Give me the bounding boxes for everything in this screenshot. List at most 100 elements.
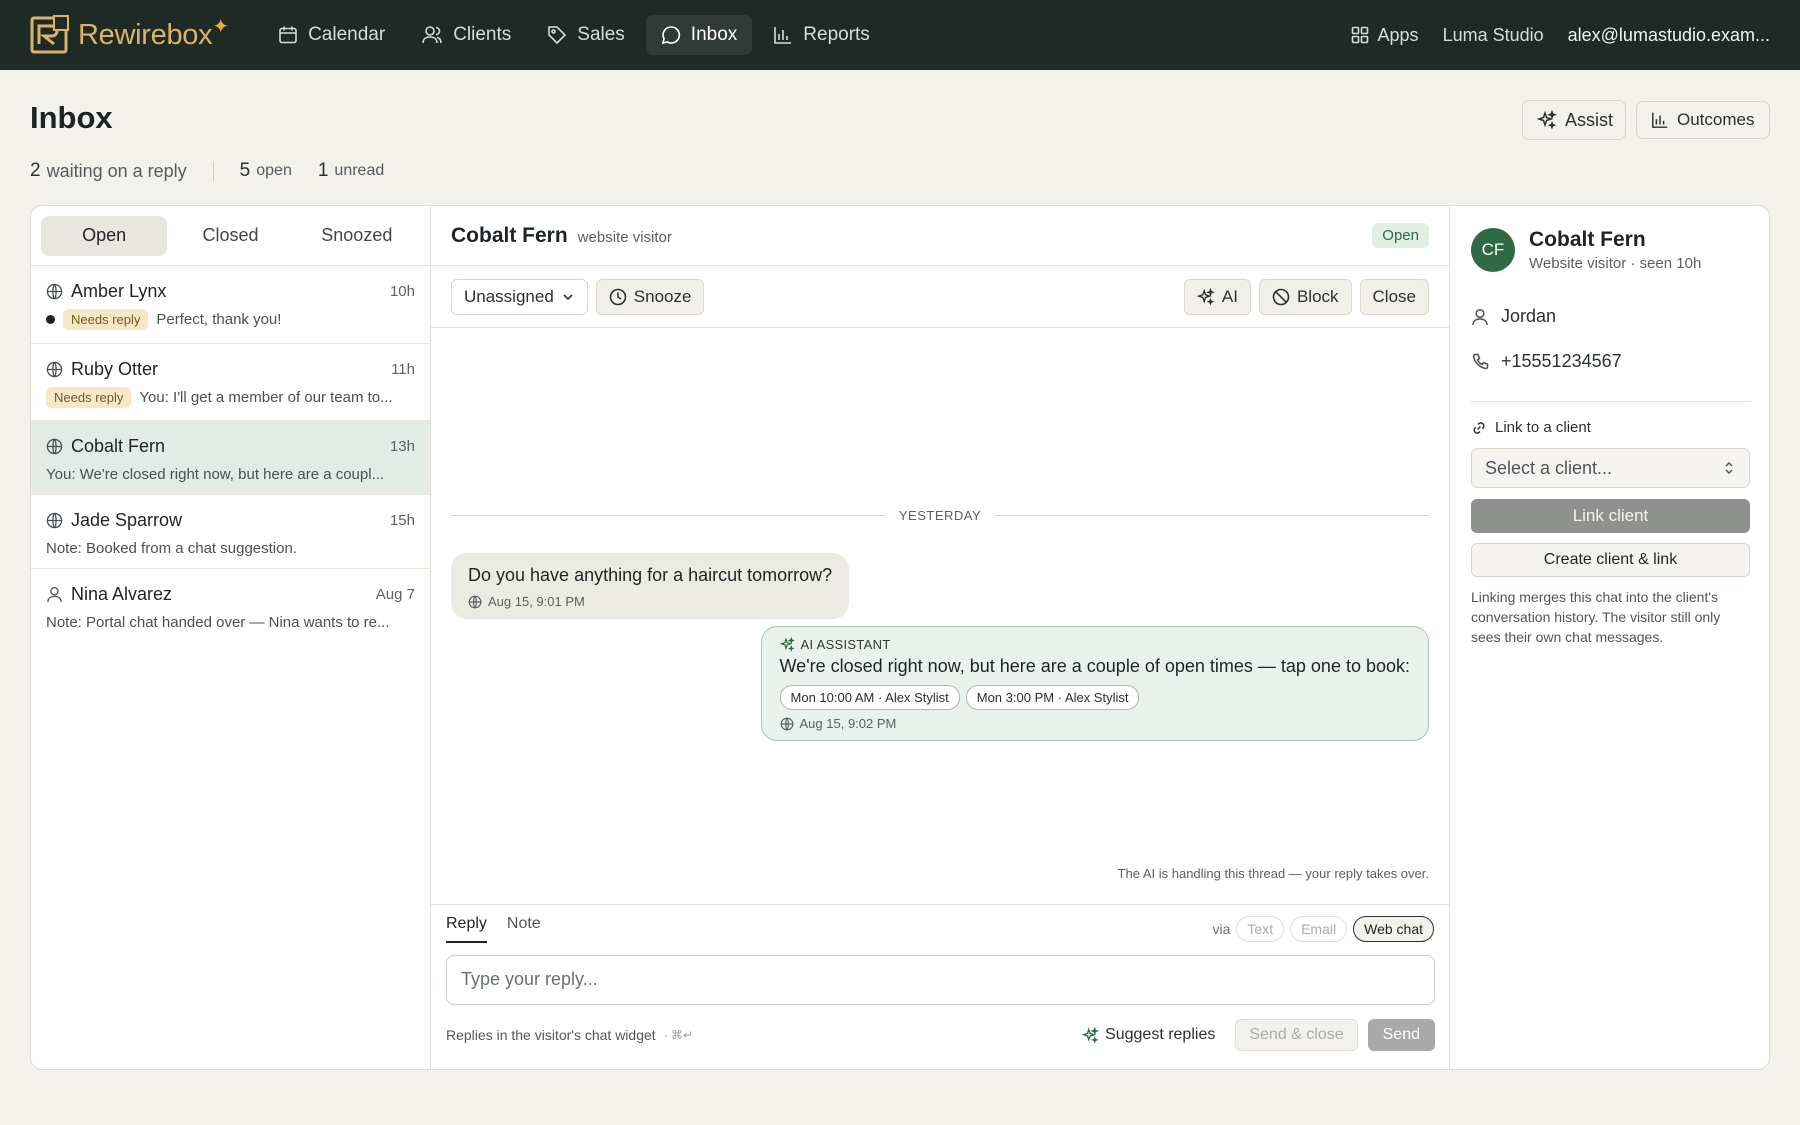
conversation-time: 10h bbox=[389, 282, 415, 300]
conversation-preview: Note: Portal chat handed over — Nina wan… bbox=[46, 613, 390, 631]
create-client-button[interactable]: Create client & link bbox=[1471, 543, 1750, 577]
contact-card: CF Cobalt Fern Website visitor · seen 10… bbox=[1471, 228, 1701, 272]
link-icon bbox=[1471, 420, 1487, 436]
sparkle-icon: ✦ bbox=[212, 15, 230, 38]
close-conversation-button[interactable]: Close bbox=[1359, 278, 1429, 315]
logo-icon bbox=[30, 14, 70, 56]
nav-inbox[interactable]: Inbox bbox=[645, 15, 753, 55]
conversation-item[interactable]: Jade Sparrow 15h Note: Booked from a cha… bbox=[31, 495, 430, 569]
users-icon bbox=[421, 25, 443, 45]
message-time: Aug 15, 9:01 PM bbox=[488, 594, 585, 609]
ai-button[interactable]: AI bbox=[1183, 278, 1251, 315]
conversation-item[interactable]: Nina Alvarez Aug 7 Note: Portal chat han… bbox=[31, 569, 430, 643]
conversation-name: Ruby Otter bbox=[71, 358, 159, 379]
unread-label: unread bbox=[334, 162, 385, 179]
conversation-preview: You: We're closed right now, but here ar… bbox=[46, 465, 385, 483]
conversation-name: Cobalt Fern bbox=[71, 435, 166, 456]
send-button[interactable]: Send bbox=[1367, 1019, 1435, 1051]
client-select[interactable]: Select a client... bbox=[1471, 448, 1750, 488]
conversation-item[interactable]: Amber Lynx 10h Needs reply Perfect, than… bbox=[31, 266, 430, 344]
globe-icon bbox=[780, 717, 794, 731]
top-nav: Rewirebox ✦ Calendar Clients Sales Inbox… bbox=[0, 0, 1800, 70]
chevron-down-icon bbox=[561, 290, 575, 304]
sparkle-icon bbox=[1082, 1026, 1100, 1044]
block-icon bbox=[1272, 288, 1290, 306]
conversation-time: 15h bbox=[389, 511, 415, 529]
link-client-button[interactable]: Link client bbox=[1471, 499, 1750, 533]
chevron-up-down-icon bbox=[1722, 460, 1736, 476]
tab-reply[interactable]: Reply bbox=[446, 915, 487, 943]
channel-email[interactable]: Email bbox=[1290, 916, 1348, 942]
message-time: Aug 15, 9:02 PM bbox=[799, 716, 897, 731]
ai-message: AI ASSISTANT We're closed right now, but… bbox=[760, 626, 1429, 741]
suggest-replies-button[interactable]: Suggest replies bbox=[1082, 1026, 1215, 1044]
divider bbox=[212, 161, 214, 181]
sparkle-icon bbox=[1537, 110, 1557, 130]
page-title: Inbox bbox=[30, 100, 113, 135]
time-slot-chip[interactable]: Mon 10:00 AM · Alex Stylist bbox=[779, 685, 960, 710]
nav-right: Apps Luma Studio alex@lumastudio.exam... bbox=[1351, 25, 1770, 46]
shortcut-hint: · ⌘↵ bbox=[663, 1028, 694, 1042]
conversation-toolbar: Unassigned Snooze AI Block Close bbox=[431, 266, 1449, 328]
channel-text[interactable]: Text bbox=[1236, 916, 1285, 942]
assignee-dropdown[interactable]: Unassigned bbox=[451, 278, 588, 315]
conversation-item-selected[interactable]: Cobalt Fern 13h You: We're closed right … bbox=[31, 421, 430, 495]
conversation-time: 13h bbox=[389, 437, 415, 455]
assignee-value: Unassigned bbox=[464, 286, 554, 306]
contact-person-name: Jordan bbox=[1501, 306, 1557, 326]
contact-phone[interactable]: +15551234567 bbox=[1501, 351, 1622, 372]
nav-reports[interactable]: Reports bbox=[758, 15, 885, 55]
message-text: Do you have anything for a haircut tomor… bbox=[468, 565, 833, 585]
contact-person-row: Jordan bbox=[1471, 306, 1556, 327]
avatar: CF bbox=[1471, 228, 1515, 272]
status-badge: Open bbox=[1372, 223, 1429, 248]
tab-note[interactable]: Note bbox=[507, 915, 541, 943]
message-thread: YESTERDAY Do you have anything for a hai… bbox=[431, 328, 1449, 908]
ai-label: AI bbox=[1221, 286, 1238, 306]
inbox-panel: Open Closed Snoozed Amber Lynx 10h Needs… bbox=[30, 205, 1770, 1070]
outcomes-button[interactable]: Outcomes bbox=[1636, 101, 1770, 139]
conversation-preview: Note: Booked from a chat suggestion. bbox=[46, 539, 297, 557]
nav-clients[interactable]: Clients bbox=[406, 15, 526, 55]
tab-closed[interactable]: Closed bbox=[167, 216, 293, 256]
sender-label: AI ASSISTANT bbox=[800, 637, 891, 652]
client-select-value: Select a client... bbox=[1485, 457, 1613, 478]
composer-footer-note: Replies in the visitor's chat widget bbox=[446, 1027, 656, 1043]
snooze-button[interactable]: Snooze bbox=[595, 278, 705, 315]
nav-calendar[interactable]: Calendar bbox=[263, 15, 400, 55]
nav-sales[interactable]: Sales bbox=[532, 15, 640, 55]
apps-label: Apps bbox=[1377, 24, 1419, 45]
link-client-label: Link to a client bbox=[1495, 419, 1591, 436]
person-icon bbox=[46, 586, 63, 603]
tab-open[interactable]: Open bbox=[41, 215, 168, 256]
workspace-switcher[interactable]: Luma Studio bbox=[1443, 25, 1544, 46]
assist-label: Assist bbox=[1565, 109, 1614, 130]
nav-label: Calendar bbox=[308, 24, 386, 45]
reply-input[interactable] bbox=[446, 955, 1435, 1005]
ai-handling-note: The AI is handling this thread — your re… bbox=[1117, 866, 1429, 881]
brand[interactable]: Rewirebox ✦ bbox=[30, 14, 229, 56]
time-slot-chip[interactable]: Mon 3:00 PM · Alex Stylist bbox=[965, 685, 1140, 710]
chat-icon bbox=[661, 25, 681, 45]
apps-button[interactable]: Apps bbox=[1351, 25, 1419, 46]
tab-snoozed[interactable]: Snoozed bbox=[294, 216, 420, 256]
send-and-close-button[interactable]: Send & close bbox=[1235, 1019, 1358, 1051]
block-label: Block bbox=[1296, 286, 1339, 306]
conversation-item[interactable]: Ruby Otter 11h Needs reply You: I'll get… bbox=[31, 344, 430, 421]
inbox-stats: 2 waiting on a reply 5 open 1 unread bbox=[30, 160, 384, 182]
conversation-name: Jade Sparrow bbox=[71, 509, 183, 530]
via-label: via bbox=[1212, 921, 1231, 937]
unread-count: 1 bbox=[317, 160, 329, 181]
block-button[interactable]: Block bbox=[1258, 278, 1352, 315]
conversation-subtitle: website visitor bbox=[577, 228, 672, 246]
needs-reply-badge: Needs reply bbox=[63, 308, 149, 330]
account-menu[interactable]: alex@lumastudio.exam... bbox=[1568, 25, 1770, 46]
channel-web-chat[interactable]: Web chat bbox=[1353, 916, 1434, 942]
waiting-label: waiting on a reply bbox=[46, 160, 187, 181]
nav-label: Clients bbox=[453, 24, 512, 45]
brand-name: Rewirebox bbox=[78, 18, 213, 51]
assist-button[interactable]: Assist bbox=[1522, 100, 1626, 140]
unread-dot bbox=[46, 314, 55, 324]
contact-subtitle: Website visitor · seen 10h bbox=[1529, 255, 1702, 272]
reply-composer: Reply Note via Text Email Web chat Repli… bbox=[431, 904, 1449, 1069]
